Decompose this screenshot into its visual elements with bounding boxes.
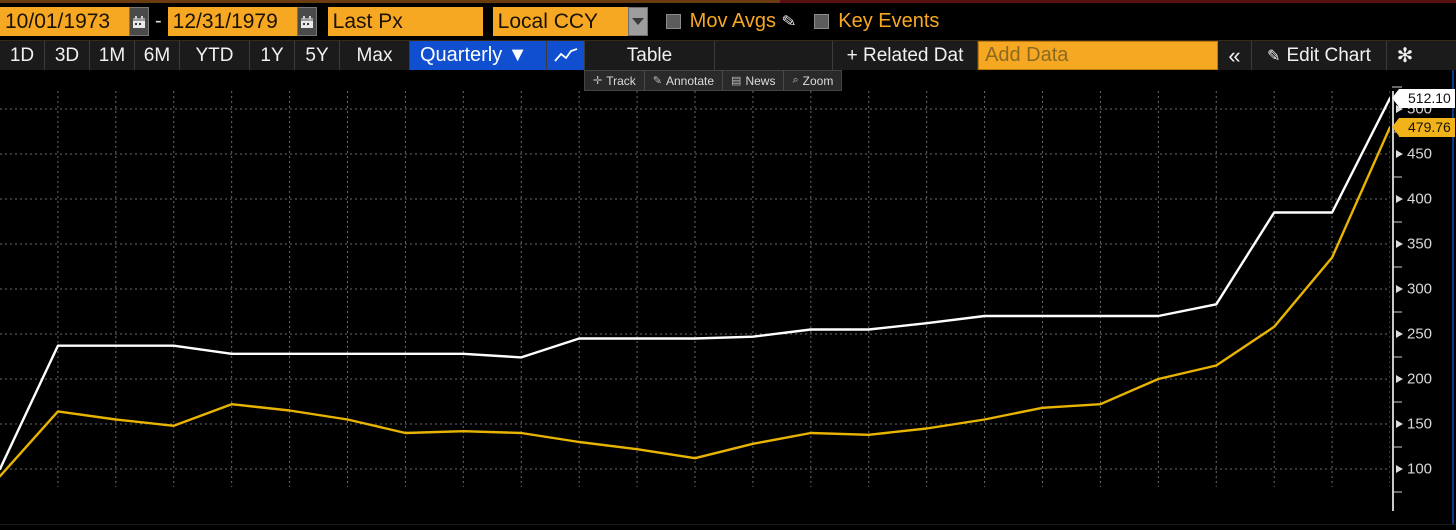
y-minor-tick — [1392, 311, 1402, 312]
news-tool[interactable]: ▤ News — [723, 71, 784, 90]
y-tick-label: 400 — [1407, 191, 1432, 208]
range-button-max[interactable]: Max — [340, 41, 410, 70]
track-label: Track — [606, 74, 636, 88]
y-minor-tick — [1392, 221, 1402, 222]
range-button-1m[interactable]: 1M — [90, 41, 135, 70]
y-tick-arrow — [1396, 150, 1403, 158]
start-date-field[interactable]: 10/01/1973 — [0, 7, 129, 36]
currency-field[interactable]: Local CCY — [493, 7, 628, 36]
chart-svg — [0, 91, 1390, 487]
right-border — [1452, 70, 1454, 530]
magnifier-icon: ⌕ — [792, 74, 798, 87]
y-tick-arrow — [1396, 375, 1403, 383]
toolbar-spacer — [715, 41, 833, 70]
y-minor-tick — [1392, 356, 1402, 357]
news-icon: ▤ — [731, 74, 741, 87]
line-chart-icon[interactable] — [547, 41, 585, 70]
related-data-button[interactable]: + Related Dat — [833, 41, 978, 70]
y-tick-arrow — [1396, 285, 1403, 293]
y-minor-tick — [1392, 491, 1402, 492]
y-axis: 100150200250300350400450500 — [1390, 91, 1456, 511]
crosshair-icon: ✛ — [593, 74, 602, 87]
y-tick-arrow — [1396, 465, 1403, 473]
key-events-checkbox[interactable] — [814, 14, 829, 29]
y-tick-label: 100 — [1407, 461, 1432, 478]
plot-area: 100150200250300350400450500 512.10 479.7… — [0, 70, 1456, 530]
price-type-field[interactable]: Last Px — [328, 7, 483, 36]
y-axis-line — [1392, 91, 1394, 511]
chart-canvas[interactable] — [0, 91, 1390, 487]
chart-tools-overlay: ✛ Track ✎ Annotate ▤ News ⌕ Zoom — [584, 70, 842, 91]
calendar-icon-start[interactable] — [129, 7, 149, 36]
zoom-tool[interactable]: ⌕ Zoom — [784, 71, 841, 90]
range-button-6m[interactable]: 6M — [135, 41, 180, 70]
y-minor-tick — [1392, 86, 1402, 87]
bottom-edge — [0, 524, 1456, 530]
y-minor-tick — [1392, 446, 1402, 447]
date-range-separator: - — [149, 10, 168, 33]
y-tick-arrow — [1396, 195, 1403, 203]
y-tick-arrow — [1396, 240, 1403, 248]
annotate-label: Annotate — [666, 74, 714, 88]
pen-icon: ✎ — [653, 74, 662, 87]
y-minor-tick — [1392, 266, 1402, 267]
calendar-icon-end[interactable] — [297, 7, 317, 36]
range-button-ytd[interactable]: YTD — [180, 41, 250, 70]
y-tick-arrow — [1396, 330, 1403, 338]
key-events-label: Key Events — [838, 10, 939, 33]
gear-icon[interactable]: ✻ — [1387, 41, 1423, 70]
end-date-field[interactable]: 12/31/1979 — [168, 7, 297, 36]
edit-chart-label: Edit Chart — [1286, 45, 1370, 67]
range-button-1d[interactable]: 1D — [0, 41, 45, 70]
chart-controls-toolbar: 1D 3D 1M 6M YTD 1Y 5Y Max Quarterly ▼ Ta… — [0, 40, 1456, 70]
gridlines — [0, 91, 1390, 487]
table-button[interactable]: Table — [585, 41, 715, 70]
y-tick-label: 200 — [1407, 371, 1432, 388]
track-tool[interactable]: ✛ Track — [585, 71, 645, 90]
y-tick-label: 250 — [1407, 326, 1432, 343]
add-data-input[interactable]: Add Data — [978, 41, 1218, 70]
news-label: News — [745, 74, 775, 88]
last-price-tag-amber: 479.76 — [1399, 118, 1455, 137]
last-price-tag-white: 512.10 — [1399, 89, 1455, 108]
period-selector[interactable]: Quarterly ▼ — [410, 41, 547, 70]
range-button-3d[interactable]: 3D — [45, 41, 90, 70]
collapse-icon[interactable]: « — [1218, 41, 1252, 70]
bloomberg-chart-window: 10/01/1973 - 12/31/1979 Last Px — [0, 0, 1456, 530]
edit-pencil-icon: ✎ — [1267, 46, 1280, 66]
mov-avgs-checkbox[interactable] — [666, 14, 681, 29]
y-minor-tick — [1392, 401, 1402, 402]
mov-avgs-label: Mov Avgs — [690, 10, 776, 33]
parameter-toolbar: 10/01/1973 - 12/31/1979 Last Px — [0, 0, 1456, 40]
y-minor-tick — [1392, 176, 1402, 177]
y-tick-label: 350 — [1407, 236, 1432, 253]
range-button-1y[interactable]: 1Y — [250, 41, 295, 70]
range-button-5y[interactable]: 5Y — [295, 41, 340, 70]
y-tick-arrow — [1396, 420, 1403, 428]
y-tick-label: 450 — [1407, 146, 1432, 163]
y-tick-label: 150 — [1407, 416, 1432, 433]
edit-chart-button[interactable]: ✎ Edit Chart — [1252, 41, 1387, 70]
y-tick-label: 300 — [1407, 281, 1432, 298]
mov-avgs-pencil-icon[interactable]: ✎ — [781, 11, 798, 33]
zoom-label: Zoom — [803, 74, 834, 88]
annotate-tool[interactable]: ✎ Annotate — [645, 71, 723, 90]
currency-dropdown-icon[interactable] — [628, 7, 648, 36]
